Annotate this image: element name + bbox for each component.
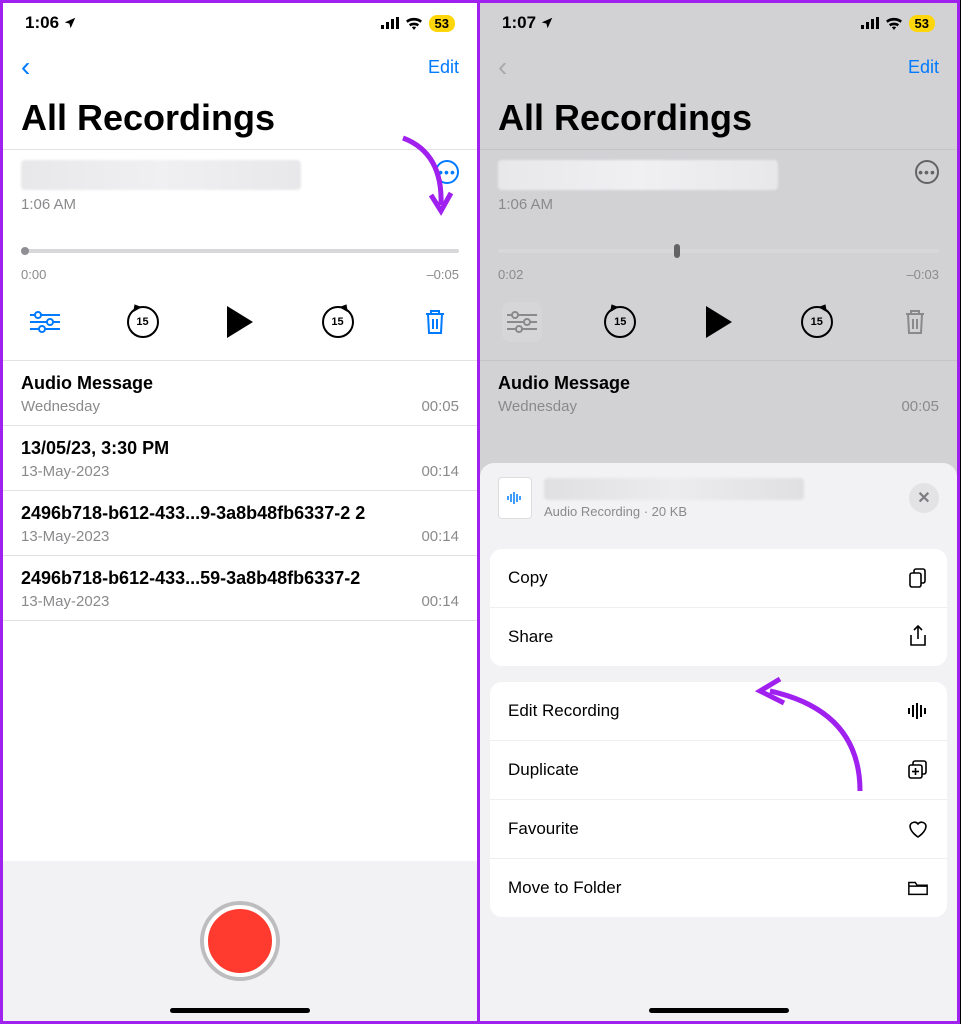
delete-button[interactable]: [895, 302, 935, 342]
back-button[interactable]: ‹: [498, 51, 507, 83]
recording-name-redacted: [498, 160, 778, 190]
menu-edit-recording[interactable]: Edit Recording: [490, 682, 947, 740]
page-title: All Recordings: [480, 87, 957, 149]
heart-icon: [907, 818, 929, 840]
back-button[interactable]: ‹: [21, 51, 30, 83]
list-item[interactable]: 2496b718-b612-433...59-3a8b48fb6337-2 13…: [3, 555, 477, 621]
page-title: All Recordings: [3, 87, 477, 149]
status-time: 1:06: [25, 13, 59, 33]
options-icon[interactable]: [25, 302, 65, 342]
active-recording: 1:06 AM ••• 0:02 –0:03 15 15: [480, 149, 957, 360]
scrub-remaining: –0:05: [426, 267, 459, 282]
location-icon: [540, 16, 554, 30]
duplicate-icon: [907, 759, 929, 781]
list-item[interactable]: 13/05/23, 3:30 PM 13-May-202300:14: [3, 425, 477, 490]
home-indicator[interactable]: [170, 1008, 310, 1013]
menu-favourite[interactable]: Favourite: [490, 799, 947, 858]
record-button[interactable]: [204, 905, 276, 977]
home-indicator[interactable]: [649, 1008, 789, 1013]
skip-forward-button[interactable]: 15: [797, 302, 837, 342]
scrubber[interactable]: [21, 241, 459, 261]
wifi-icon: [405, 17, 423, 30]
copy-icon: [907, 567, 929, 589]
battery-indicator: 53: [909, 15, 935, 32]
waveform-icon: [907, 700, 929, 722]
scrub-position: 0:00: [21, 267, 46, 282]
play-button[interactable]: [220, 302, 260, 342]
share-icon: [907, 626, 929, 648]
cellular-icon: [861, 17, 879, 29]
action-sheet: Audio Recording · 20 KB ✕ Copy Share Edi…: [480, 463, 957, 1021]
recording-name-redacted: [21, 160, 301, 190]
edit-button[interactable]: Edit: [908, 57, 939, 78]
status-bar: 1:06 53: [3, 3, 477, 43]
phone-right: 1:07 53 ‹ Edit All Recordings 1:06 AM ••…: [480, 0, 960, 1024]
battery-indicator: 53: [429, 15, 455, 32]
delete-button[interactable]: [415, 302, 455, 342]
sheet-subtitle: Audio Recording · 20 KB: [544, 504, 897, 519]
status-time: 1:07: [502, 13, 536, 33]
more-button[interactable]: •••: [915, 160, 939, 184]
scrub-remaining: –0:03: [906, 267, 939, 282]
sheet-title-redacted: [544, 478, 804, 500]
list-item[interactable]: 2496b718-b612-433...9-3a8b48fb6337-2 2 1…: [3, 490, 477, 555]
list-item[interactable]: Audio Message Wednesday00:05: [480, 360, 957, 425]
scrubber[interactable]: [498, 241, 939, 261]
menu-group-2: Edit Recording Duplicate Favourite Move …: [490, 682, 947, 917]
menu-share[interactable]: Share: [490, 607, 947, 666]
folder-icon: [907, 877, 929, 899]
active-recording: 1:06 AM ••• 0:00 –0:05 15 15: [3, 149, 477, 360]
menu-duplicate[interactable]: Duplicate: [490, 740, 947, 799]
file-icon: [498, 477, 532, 519]
nav-bar: ‹ Edit: [480, 43, 957, 87]
list-item[interactable]: Audio Message Wednesday00:05: [3, 360, 477, 425]
close-button[interactable]: ✕: [909, 483, 939, 513]
wifi-icon: [885, 17, 903, 30]
more-button[interactable]: •••: [435, 160, 459, 184]
menu-group-1: Copy Share: [490, 549, 947, 666]
phone-left: 1:06 53 ‹ Edit All Recordings 1:06 AM ••…: [0, 0, 480, 1024]
skip-back-button[interactable]: 15: [123, 302, 163, 342]
scrub-position: 0:02: [498, 267, 523, 282]
location-icon: [63, 16, 77, 30]
recordings-list: Audio Message Wednesday00:05 13/05/23, 3…: [3, 360, 477, 621]
recording-timestamp: 1:06 AM: [21, 196, 301, 213]
menu-copy[interactable]: Copy: [490, 549, 947, 607]
play-button[interactable]: [699, 302, 739, 342]
cellular-icon: [381, 17, 399, 29]
edit-button[interactable]: Edit: [428, 57, 459, 78]
skip-forward-button[interactable]: 15: [318, 302, 358, 342]
recording-timestamp: 1:06 AM: [498, 196, 778, 213]
record-bar: [3, 861, 477, 1021]
menu-move-folder[interactable]: Move to Folder: [490, 858, 947, 917]
skip-back-button[interactable]: 15: [600, 302, 640, 342]
options-icon[interactable]: [502, 302, 542, 342]
nav-bar: ‹ Edit: [3, 43, 477, 87]
status-bar: 1:07 53: [480, 3, 957, 43]
